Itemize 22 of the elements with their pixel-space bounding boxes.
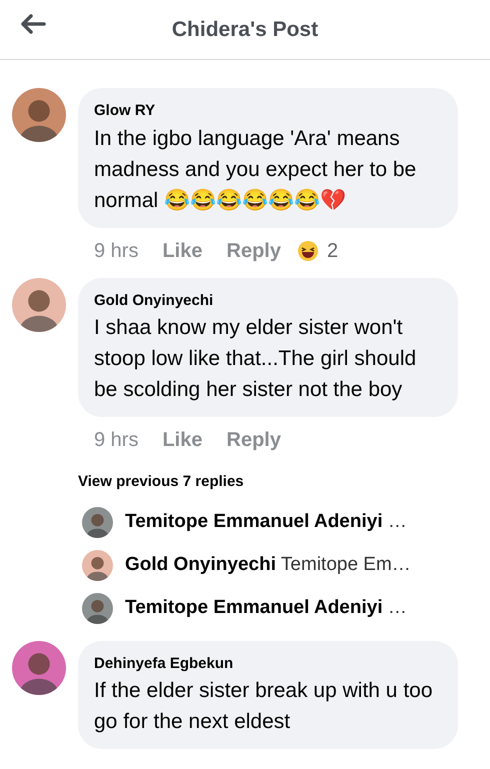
avatar bbox=[82, 592, 113, 624]
avatar bbox=[82, 550, 113, 580]
reply-preview[interactable]: Temitope Emmanuel Adeniyi … bbox=[125, 508, 407, 536]
avatar bbox=[12, 88, 66, 142]
comment-text: In the igbo language 'Ara' means madness and you expect her to be normal 😂😂😂😂😂😂💔 bbox=[94, 126, 418, 214]
commenter-name[interactable]: Glow RY bbox=[94, 100, 442, 122]
page-title: Chidera's Post bbox=[172, 16, 318, 43]
laughing-face-icon bbox=[296, 240, 319, 262]
reaction-count: 2 bbox=[326, 238, 338, 264]
avatar bbox=[12, 278, 66, 332]
commenter-name[interactable]: Dehinyefa Egbekun bbox=[94, 652, 442, 675]
comment-time: 9 hrs bbox=[94, 238, 138, 264]
comment-text: I shaa know my elder sister won't stoop low like that...The girl should be scolding her sister not the boy bbox=[94, 315, 418, 403]
commenter-name[interactable]: Gold Onyinyechi bbox=[94, 290, 442, 312]
reply-preview[interactable]: Gold Onyinyechi Temitope Em… bbox=[125, 550, 411, 580]
comment-time: 9 hrs bbox=[94, 428, 138, 453]
avatar bbox=[82, 506, 113, 538]
reply-preview[interactable]: Temitope Emmanuel Adeniyi … bbox=[125, 594, 407, 622]
view-previous-replies-link[interactable]: View previous 7 replies bbox=[0, 467, 490, 506]
avatar bbox=[12, 640, 66, 694]
back-arrow-icon[interactable] bbox=[20, 14, 46, 34]
comment-text: If the elder sister break up with u too go for the next eldest bbox=[94, 678, 434, 735]
